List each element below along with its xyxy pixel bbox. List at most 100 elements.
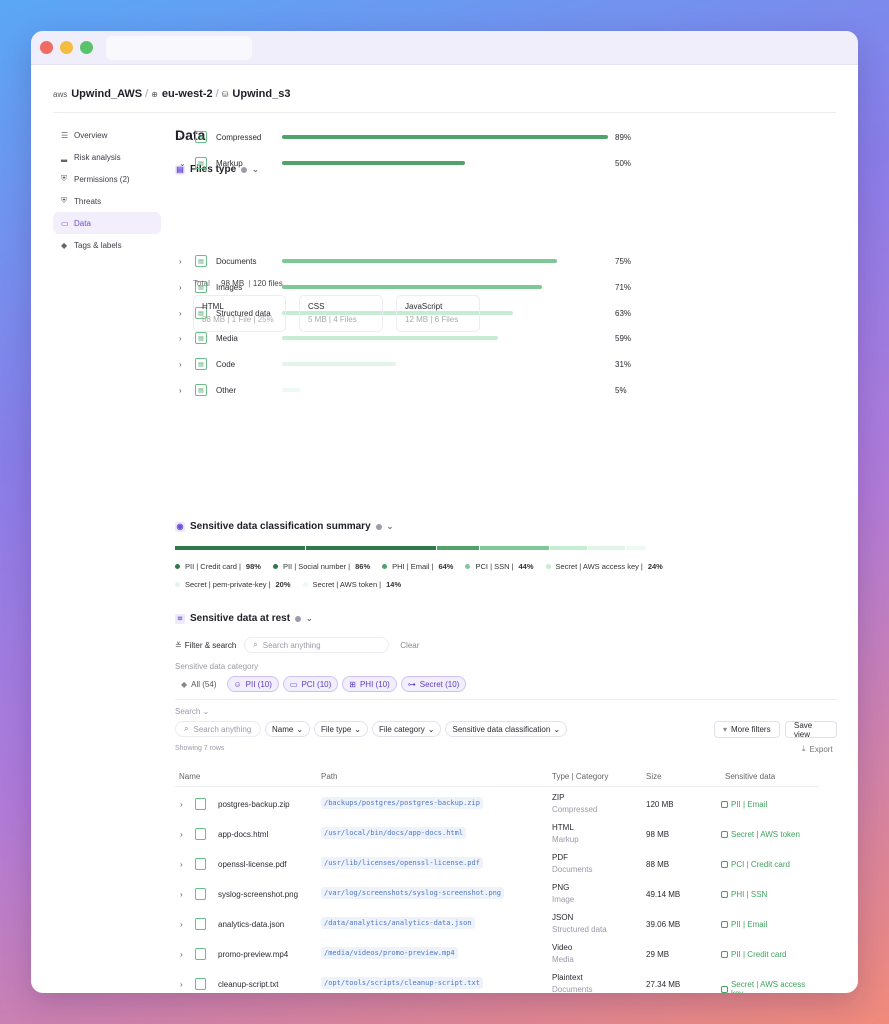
sidebar-item-label: Data — [74, 218, 91, 228]
column-header-name[interactable]: Name — [179, 772, 200, 781]
browser-tab[interactable] — [106, 36, 252, 60]
markup-card-javascript: JavaScript 12 MB | 6 Files — [396, 295, 480, 332]
file-path[interactable]: /media/videos/promo-preview.mp4 — [321, 947, 458, 959]
chevron-right-icon[interactable]: › — [175, 360, 191, 369]
file-type-row[interactable]: ⌄ ▤ Markup 50% — [175, 155, 645, 171]
column-header-path[interactable]: Path — [321, 772, 337, 781]
sensitive-data-tag[interactable]: PII | Credit card — [721, 950, 786, 959]
chevron-right-icon[interactable]: › — [180, 860, 183, 869]
maximize-window-button[interactable] — [80, 41, 93, 54]
column-header-type[interactable]: Type | Category — [552, 772, 608, 781]
table-row[interactable]: › analytics-data.json/data/analytics/anal… — [175, 909, 819, 939]
legend-dot — [175, 582, 180, 587]
sidebar-item-overview[interactable]: ☰ Overview — [53, 124, 161, 146]
file-name[interactable]: analytics-data.json — [218, 920, 284, 929]
sensitive-data-tag[interactable]: PHI | SSN — [721, 890, 767, 899]
markup-total: Total 98 MB | 120 files — [193, 279, 283, 288]
chevron-down-icon[interactable]: ⌄ — [306, 614, 313, 623]
chevron-right-icon[interactable]: › — [175, 257, 191, 266]
table-row[interactable]: › postgres-backup.zip/backups/postgres/po… — [175, 789, 819, 819]
table-row[interactable]: › app-docs.html/usr/local/bin/docs/app-do… — [175, 819, 819, 849]
search-input[interactable]: ⌕ Search anything — [244, 637, 390, 653]
sidebar-item-threats[interactable]: ⛨ Threats — [53, 190, 161, 212]
file-name[interactable]: postgres-backup.zip — [218, 800, 290, 809]
sidebar-item-data[interactable]: ▭ Data — [53, 212, 161, 234]
file-type-row[interactable]: › ▤ Other 5% — [175, 382, 645, 398]
table-row[interactable]: › promo-preview.mp4/media/videos/promo-pr… — [175, 939, 819, 969]
chevron-right-icon[interactable]: › — [180, 950, 183, 959]
button-label: Save view — [794, 720, 813, 739]
chevron-right-icon[interactable]: › — [180, 920, 183, 929]
chevron-right-icon[interactable]: › — [180, 800, 183, 809]
chip-pii[interactable]: ☺ PII (10) — [226, 676, 279, 692]
file-type-row[interactable]: › ▤ Compressed 89% — [175, 129, 645, 145]
clear-button[interactable]: Clear — [400, 641, 419, 650]
file-type-row[interactable]: › ▤ Media 59% — [175, 330, 645, 346]
info-icon[interactable] — [375, 523, 382, 530]
at-rest-header[interactable]: ⌗ Sensitive data at rest ⌄ — [175, 613, 313, 624]
more-filters-button[interactable]: ▾ More filters — [714, 721, 780, 738]
file-name[interactable]: promo-preview.mp4 — [218, 950, 288, 959]
file-name[interactable]: cleanup-script.txt — [218, 980, 278, 989]
file-type-row[interactable]: › ▤ Documents 75% — [175, 253, 645, 269]
column-header-sensitive[interactable]: Sensitive data — [725, 772, 775, 781]
sidebar-item-risk-analysis[interactable]: ▂ Risk analysis — [53, 146, 161, 168]
divider — [53, 112, 836, 113]
chevron-right-icon[interactable]: › — [175, 283, 191, 292]
sensitive-summary-header[interactable]: ◉ Sensitive data classification summary … — [175, 521, 393, 532]
info-icon[interactable] — [295, 615, 302, 622]
sidebar-item-permissions[interactable]: ⛨ Permissions (2) — [53, 168, 161, 190]
chevron-right-icon[interactable]: › — [180, 980, 183, 989]
chip-phi[interactable]: ⊞ PHI (10) — [342, 676, 397, 692]
close-window-button[interactable] — [40, 41, 53, 54]
sensitive-data-tag[interactable]: PII | Email — [721, 920, 767, 929]
file-path[interactable]: /data/analytics/analytics-data.json — [321, 917, 475, 929]
aws-icon: aws — [53, 89, 68, 99]
sensitive-data-tag[interactable]: PCI | Credit card — [721, 860, 790, 869]
file-path[interactable]: /opt/tools/scripts/cleanup-script.txt — [321, 977, 483, 989]
save-view-button[interactable]: Save view — [785, 720, 837, 739]
chevron-right-icon[interactable]: › — [175, 386, 191, 395]
table-row[interactable]: › cleanup-script.txt/opt/tools/scripts/cl… — [175, 969, 819, 993]
file-path[interactable]: /backups/postgres/postgres-backup.zip — [321, 797, 483, 809]
file-path[interactable]: /var/log/screenshots/syslog-screenshot.p… — [321, 887, 505, 899]
breadcrumb-account[interactable]: Upwind_AWS — [71, 88, 142, 100]
export-button[interactable]: ⤓ Export — [802, 744, 833, 754]
chevron-down-icon[interactable]: ⌄ — [175, 159, 191, 168]
breadcrumb-region[interactable]: eu-west-2 — [162, 88, 213, 100]
filter-file-category[interactable]: File category ⌄ — [371, 721, 442, 737]
chevron-right-icon[interactable]: › — [175, 133, 191, 142]
file-path[interactable]: /usr/local/bin/docs/app-docs.html — [321, 827, 467, 839]
sensitive-type-icon — [721, 891, 728, 898]
column-header-size[interactable]: Size — [646, 772, 662, 781]
table-row[interactable]: › openssl-license.pdf/usr/lib/licenses/op… — [175, 849, 819, 879]
sensitive-data-tag[interactable]: Secret | AWS token — [721, 830, 800, 839]
file-type-row[interactable]: › ▤ Code 31% — [175, 356, 645, 372]
file-name[interactable]: openssl-license.pdf — [218, 860, 286, 869]
chevron-right-icon[interactable]: › — [180, 830, 183, 839]
file-name[interactable]: syslog-screenshot.png — [218, 890, 298, 899]
search-section-label[interactable]: Search ⌄ — [175, 707, 209, 716]
sensitive-data-tag[interactable]: PII | Email — [721, 800, 767, 809]
chevron-right-icon[interactable]: › — [175, 309, 191, 318]
sensitive-data-tag[interactable]: Secret | AWS access key — [721, 980, 819, 993]
filter-file-type[interactable]: File type ⌄ — [314, 721, 368, 737]
chevron-right-icon[interactable]: › — [175, 334, 191, 343]
chevron-right-icon[interactable]: › — [180, 890, 183, 899]
chip-all[interactable]: ◆ All (54) — [175, 676, 223, 692]
card-title: HTML — [202, 302, 224, 311]
chip-pci[interactable]: ▭ PCI (10) — [282, 676, 339, 692]
scan-icon: ⌗ — [175, 613, 185, 624]
table-search-input[interactable]: ⌕ Search anything — [175, 721, 261, 737]
breadcrumb-bucket[interactable]: Upwind_s3 — [232, 88, 290, 100]
filter-search-toggle[interactable]: Filter & search — [185, 641, 237, 650]
filter-sensitive-classification[interactable]: Sensitive data classification ⌄ — [445, 721, 568, 737]
table-row[interactable]: › syslog-screenshot.png/var/log/screensho… — [175, 879, 819, 909]
minimize-window-button[interactable] — [60, 41, 73, 54]
filter-name[interactable]: Name ⌄ — [265, 721, 311, 737]
chevron-down-icon[interactable]: ⌄ — [387, 522, 394, 531]
file-path[interactable]: /usr/lib/licenses/openssl-license.pdf — [321, 857, 483, 869]
chip-secret[interactable]: ⊶ Secret (10) — [400, 676, 467, 692]
file-name[interactable]: app-docs.html — [218, 830, 268, 839]
sidebar-item-tags-labels[interactable]: ◆ Tags & labels — [53, 234, 161, 256]
